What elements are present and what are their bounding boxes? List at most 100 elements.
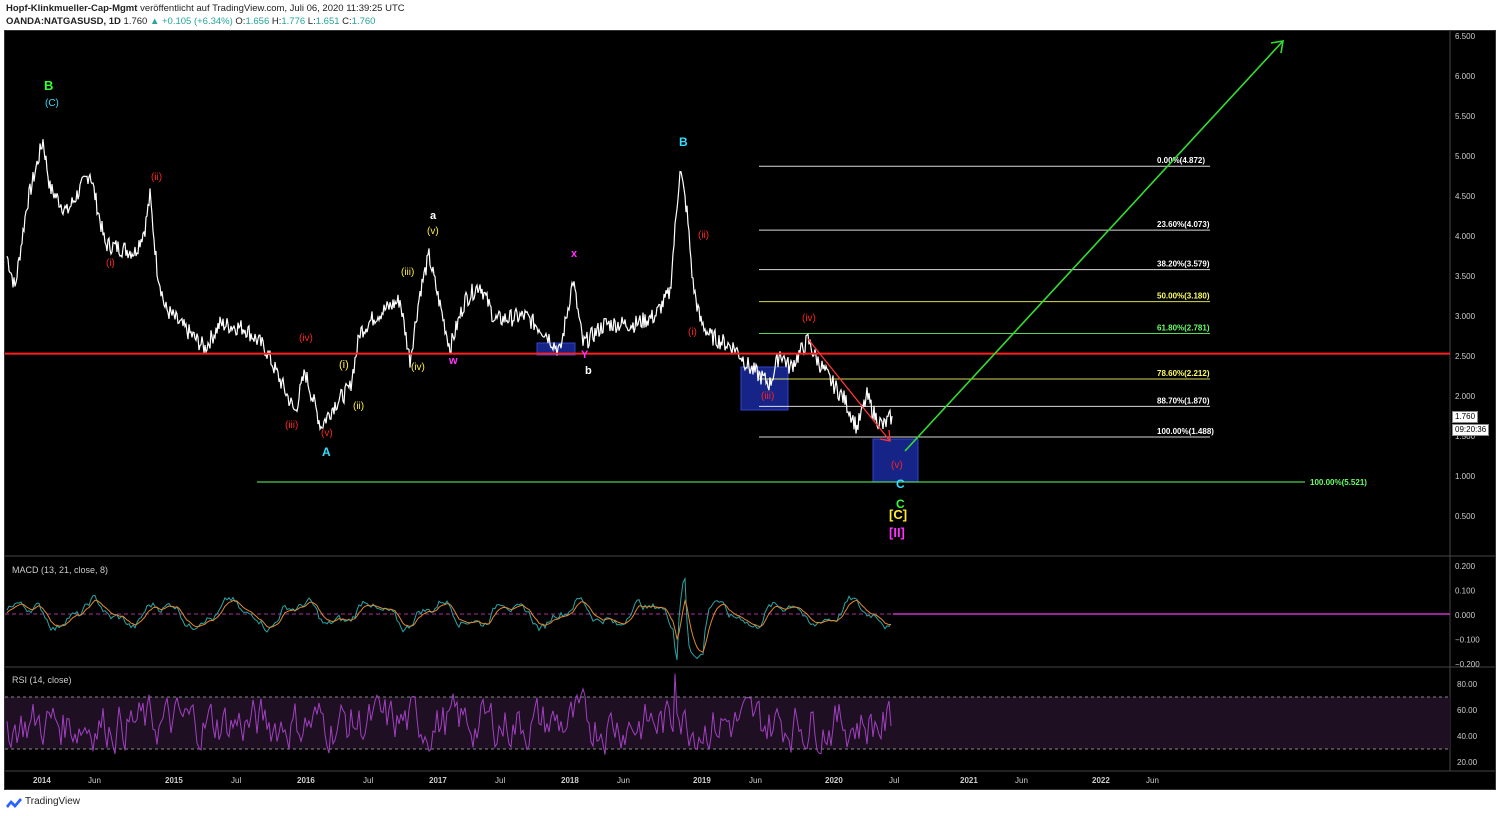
wave-label: C <box>896 477 905 491</box>
last-price: 1.760 <box>123 16 148 27</box>
chart-canvas[interactable]: 0.00%(4.872) 23.60%(4.073) 38.20%(3.579) 50… <box>4 30 1496 790</box>
price-axis-label: 2.500 <box>1455 352 1476 361</box>
wave-label: (i) <box>688 327 697 338</box>
rsi-title: RSI (14, close) <box>12 675 72 685</box>
time-axis-label: Jun <box>749 776 762 785</box>
rsi-axis-label: 20.00 <box>1457 758 1478 767</box>
time-axis-label: 2016 <box>297 776 315 785</box>
wave-label: (iii) <box>761 391 774 402</box>
wave-label: B <box>44 78 53 93</box>
time-axis-label: Jul <box>363 776 373 785</box>
time-axis-label: Jun <box>1146 776 1159 785</box>
high-label: H: <box>271 16 282 27</box>
wave-label: (v) <box>321 428 333 439</box>
annotation-lines <box>5 40 1450 452</box>
wave-label: [II] <box>889 525 905 540</box>
wave-label: (C) <box>45 98 59 109</box>
ohlc-legend: OANDA:NATGASUSD, 1D 1.760 ▲ +0.105 (+6.3… <box>6 16 375 27</box>
time-axis-label: 2018 <box>561 776 579 785</box>
macd-series <box>6 576 892 660</box>
footer: TradingView <box>0 791 1500 816</box>
time-axis-label: Jul <box>889 776 899 785</box>
open-value: 1.656 <box>245 16 270 27</box>
time-axis-label: Jun <box>617 776 630 785</box>
macd-axis-label: 0.200 <box>1455 562 1476 571</box>
time-axis-label: 2021 <box>960 776 978 785</box>
wave-label: (iv) <box>411 362 425 373</box>
fib-label: 38.20%(3.579) <box>1157 260 1210 269</box>
fib-label: 61.80%(2.781) <box>1157 324 1210 333</box>
time-axis-label: Jun <box>1015 776 1028 785</box>
fib-label: 0.00%(4.872) <box>1157 156 1205 165</box>
wave-label: x <box>571 248 578 260</box>
wave-label: (iii) <box>401 267 414 278</box>
fib-label: 23.60%(4.073) <box>1157 220 1210 229</box>
open-label: O: <box>235 16 246 27</box>
tradingview-logo-icon[interactable] <box>5 796 23 810</box>
wave-label: Y <box>581 349 589 361</box>
low-value: 1.651 <box>315 16 340 27</box>
close-value: 1.760 <box>351 16 376 27</box>
wave-label: [C] <box>889 507 907 522</box>
price-axis-label: 3.500 <box>1455 272 1476 281</box>
publish-date: veröffentlicht auf TradingView.com, Juli… <box>140 3 405 14</box>
high-value: 1.776 <box>281 16 306 27</box>
publish-info: Hopf-Klinkmueller-Cap-Mgmt veröffentlich… <box>6 3 405 14</box>
price-axis-label: 4.000 <box>1455 232 1476 241</box>
time-axis-label: Jun <box>88 776 101 785</box>
price-axis-label: 6.500 <box>1455 32 1476 41</box>
fib-label: 88.70%(1.870) <box>1157 396 1210 405</box>
price-axis-label: 1.000 <box>1455 472 1476 481</box>
time-axis-label: Jul <box>495 776 505 785</box>
rsi-axis-label: 80.00 <box>1457 680 1478 689</box>
price-axis-label: 2.000 <box>1455 392 1476 401</box>
fib-label: 78.60%(2.212) <box>1157 369 1210 378</box>
price-axis-label: 6.000 <box>1455 72 1476 81</box>
macd-line <box>6 576 892 660</box>
macd-axis-label: −0.200 <box>1455 660 1480 669</box>
chart-header: Hopf-Klinkmueller-Cap-Mgmt veröffentlich… <box>0 0 1500 30</box>
price-change: ▲ +0.105 (+6.34%) <box>149 16 233 27</box>
extension-label: 100.00%(5.521) <box>1310 478 1367 487</box>
time-axis-label: Jul <box>231 776 241 785</box>
last-price-tag: 1.760 <box>1452 411 1479 423</box>
wave-label: w <box>448 355 458 367</box>
wave-label: (i) <box>339 359 349 371</box>
wave-label: (iv) <box>299 333 313 344</box>
signal-line <box>6 598 892 653</box>
price-axis-label: 3.000 <box>1455 312 1476 321</box>
tradingview-brand[interactable]: TradingView <box>25 796 80 807</box>
wave-label: b <box>585 365 592 377</box>
time-axis-label: 2015 <box>165 776 183 785</box>
time-axis-label: 2014 <box>33 776 51 785</box>
wave-label: B <box>679 135 688 149</box>
wave-label: (iii) <box>285 420 298 431</box>
wave-label: (v) <box>427 226 439 237</box>
low-label: L: <box>307 16 316 27</box>
fib-label: 100.00%(1.488) <box>1157 427 1214 436</box>
close-label: C: <box>342 16 352 27</box>
projection-arrow <box>904 40 1284 452</box>
price-axis-label: 0.500 <box>1455 512 1476 521</box>
price-axis-label: 5.000 <box>1455 152 1476 161</box>
author-name[interactable]: Hopf-Klinkmueller-Cap-Mgmt <box>6 3 137 14</box>
time-axis-label: 2022 <box>1092 776 1110 785</box>
wave-label: a <box>430 210 437 222</box>
wave-label: (v) <box>891 460 903 471</box>
rsi-axis-label: 60.00 <box>1457 706 1478 715</box>
time-axis-label: 2019 <box>693 776 711 785</box>
macd-title: MACD (13, 21, close, 8) <box>12 565 108 575</box>
time-axis-label: 2017 <box>429 776 447 785</box>
time-axis-label: 2020 <box>825 776 843 785</box>
symbol-label: OANDA:NATGASUSD, 1D <box>6 16 121 27</box>
macd-axis-label: −0.100 <box>1455 636 1480 645</box>
countdown-tag: 09:20:36 <box>1452 424 1490 436</box>
macd-axis-label: 0.100 <box>1455 587 1476 596</box>
price-axis-label: 5.500 <box>1455 112 1476 121</box>
price-axis-label: 4.500 <box>1455 192 1476 201</box>
fib-label: 50.00%(3.180) <box>1157 292 1210 301</box>
chart-svg[interactable]: 0.00%(4.872) 23.60%(4.073) 38.20%(3.579) 50… <box>5 31 1495 789</box>
macd-axis-label: 0.000 <box>1455 611 1476 620</box>
rsi-axis-label: 40.00 <box>1457 732 1478 741</box>
wave-labels: B (C) (ii) (i) (iv) (iii) (v) A (i) (ii) (iii) (iv)… <box>44 78 907 540</box>
